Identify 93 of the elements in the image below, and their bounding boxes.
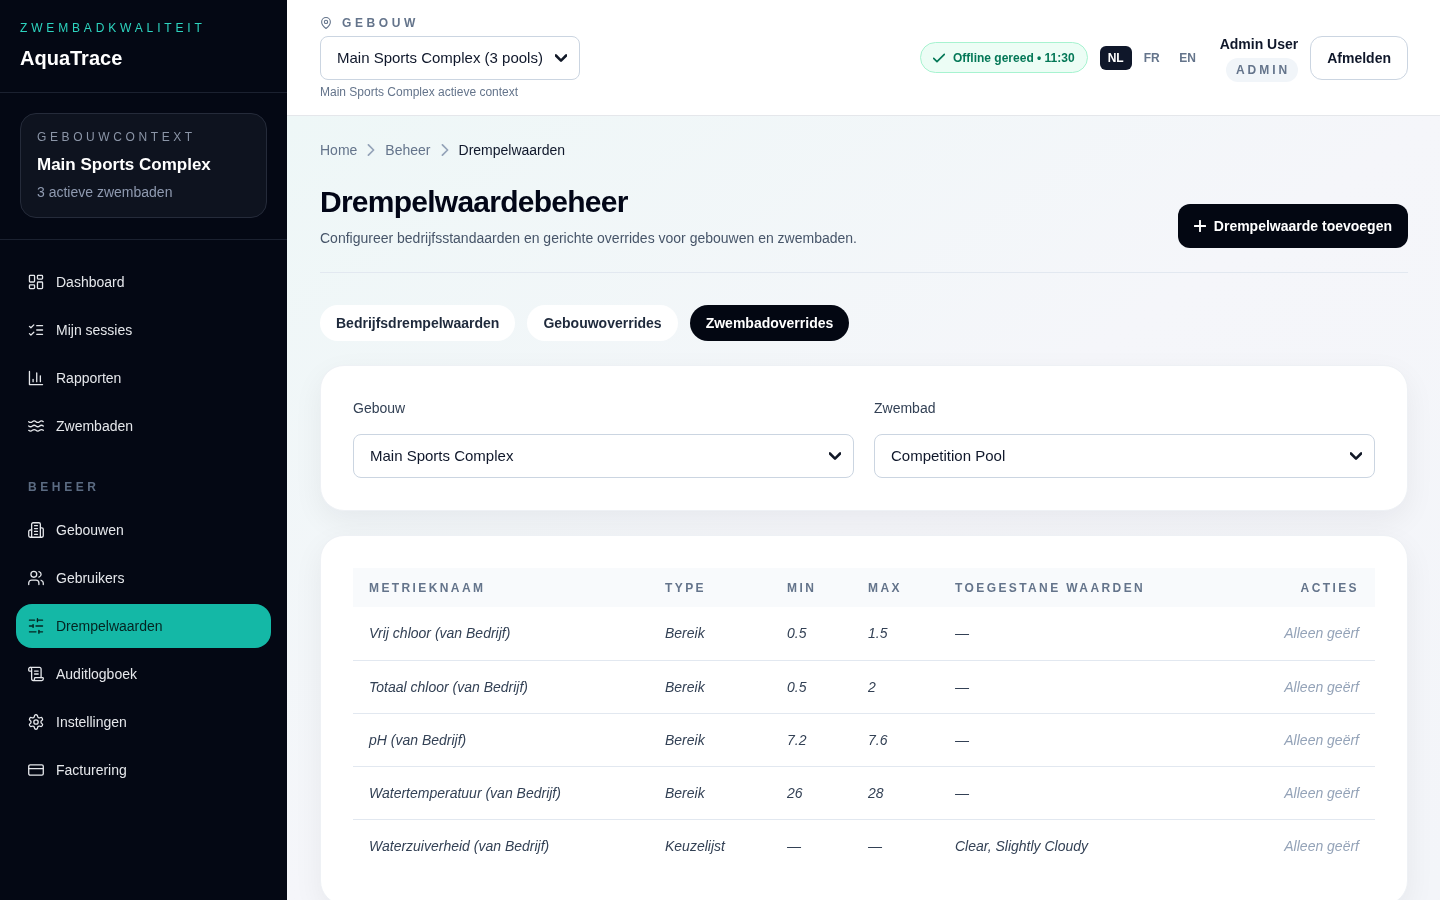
table-cell: — [852,819,939,872]
field-label: Zwembad [874,399,937,418]
nav-item[interactable]: Gebouwen [16,508,271,552]
table-cell: — [939,766,1175,819]
table-cell: — [939,607,1175,660]
table-cell: Alleen geërf [1175,607,1375,660]
user-name: Admin User [1219,34,1299,54]
table-cell: 26 [771,766,852,819]
role-badge: ADMIN [1225,57,1299,82]
brand-name: AquaTrace [20,46,124,71]
language-button[interactable]: FR [1135,45,1168,70]
table-cell: Keuzelijst [649,819,771,872]
chevron-down-icon [829,450,841,462]
settings-icon [28,714,44,730]
table-cell: 28 [852,766,939,819]
nav-item[interactable]: Drempelwaarden [16,604,271,648]
select-field[interactable]: Main Sports Complex [353,434,854,478]
building-select[interactable]: Main Sports Complex (3 pools) [320,36,580,80]
dashboard-grid-icon [28,274,44,290]
nav-item[interactable]: Zwembaden [16,404,271,448]
scroll-icon [28,666,44,682]
column-header: MAX [852,568,939,607]
tab[interactable]: Bedrijfsdrempelwaarden [320,305,516,341]
field-hint: Main Sports Complex actieve context [320,84,520,100]
table-cell: — [939,713,1175,766]
nav-item[interactable]: Instellingen [16,700,271,744]
column-header: TYPE [649,568,771,607]
tab[interactable]: Gebouwoverrides [527,305,678,341]
table-cell: Totaal chloor (van Bedrijf) [353,660,649,713]
logout-button[interactable]: Afmelden [1310,35,1408,80]
table-cell: Alleen geërf [1175,819,1375,872]
checklist-icon [28,322,44,338]
location-pin-icon [320,17,332,29]
building-icon [28,522,44,538]
select-field[interactable]: Competition Pool [874,434,1375,478]
bar-chart-icon [28,370,44,386]
check-icon [933,51,946,64]
nav-item[interactable]: Auditlogboek [16,652,271,696]
chevron-down-icon [1350,450,1362,462]
table-cell: 7.2 [771,713,852,766]
table-cell: Watertemperatuur (van Bedrijf) [353,766,649,819]
context-subtitle: 3 actieve zwembaden [37,183,174,202]
section-label: BEHEER [27,479,101,495]
tab[interactable]: Zwembadoverrides [689,305,850,341]
table-cell: Waterzuiverheid (van Bedrijf) [353,819,649,872]
field-label: GEBOUW [342,16,419,30]
column-header: ACTIES [1175,568,1375,607]
table-cell: 0.5 [771,607,852,660]
add-threshold-button[interactable]: Drempelwaarde toevoegen [1177,204,1408,248]
table-cell: Alleen geërf [1175,660,1375,713]
table-cell: — [771,819,852,872]
table-cell: — [939,660,1175,713]
sync-status-badge: Offline gereed • 11:30 [920,42,1088,73]
column-header: TOEGESTANE WAARDEN [939,568,1175,607]
page-title: Drempelwaardebeheer [320,184,629,220]
table-cell: Vrij chloor (van Bedrijf) [353,607,649,660]
table-cell: Bereik [649,766,771,819]
field-label: Gebouw [353,399,407,418]
table-cell: Alleen geërf [1175,766,1375,819]
language-button[interactable]: EN [1171,45,1204,70]
table-cell: 1.5 [852,607,939,660]
context-label: GEBOUWCONTEXT [37,129,197,145]
chevron-right-icon [367,144,376,156]
table-cell: Alleen geërf [1175,713,1375,766]
table-cell: Bereik [649,660,771,713]
nav-item[interactable]: Gebruikers [16,556,271,600]
plus-icon [1193,220,1206,232]
breadcrumb-current: Drempelwaarden [458,141,566,160]
breadcrumb-link[interactable]: Home [320,140,358,160]
chevron-right-icon [440,144,449,156]
chevron-down-icon [554,52,567,64]
nav-item[interactable]: Rapporten [16,356,271,400]
column-header: METRIEKNAAM [353,568,649,607]
page-subtitle: Configureer bedrijfsstandaarden en gerichte overrides voor gebouwen en zwembaden. [320,229,857,248]
table-cell: Bereik [649,607,771,660]
table-cell: pH (van Bedrijf) [353,713,649,766]
breadcrumb-link[interactable]: Beheer [385,140,431,160]
column-header: MIN [771,568,852,607]
sliders-icon [28,618,44,634]
nav-item[interactable]: Facturering [16,748,271,792]
table-cell: 2 [852,660,939,713]
table-cell: 0.5 [771,660,852,713]
brand-tagline: ZWEMBADKWALITEIT [20,20,207,36]
table-cell: 7.6 [852,713,939,766]
waves-icon [28,418,44,434]
table-cell: Bereik [649,713,771,766]
users-icon [28,570,44,586]
context-title: Main Sports Complex [37,154,212,176]
credit-card-icon [28,762,44,778]
nav-item[interactable]: Dashboard [16,260,271,304]
language-button[interactable]: NL [1099,45,1132,70]
nav-item[interactable]: Mijn sessies [16,308,271,352]
table-cell: Clear, Slightly Cloudy [939,819,1175,872]
